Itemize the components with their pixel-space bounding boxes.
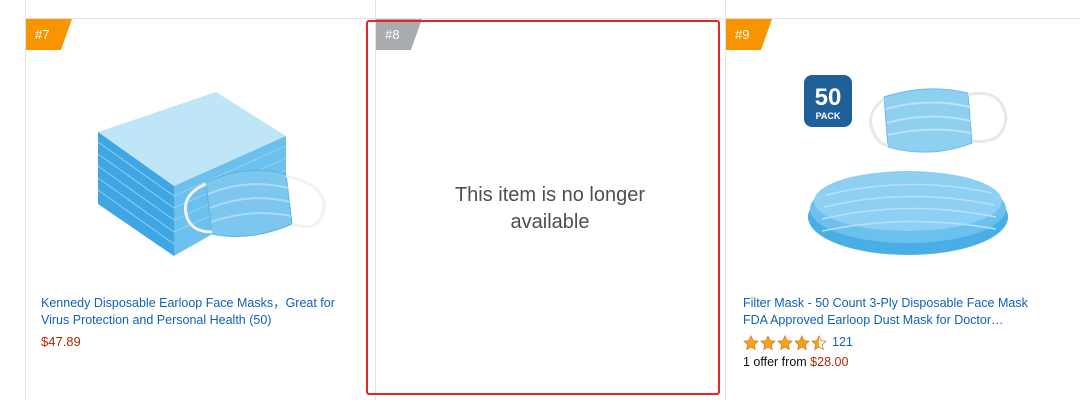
rank-badge: #7 [26,19,72,50]
product-title[interactable]: Kennedy Disposable Earloop Face Masks，Gr… [41,295,335,329]
product-title-line: Virus Protection and Personal Health (50… [41,313,272,327]
product-card-9[interactable]: #9 50 PACK Filter Mask - 50 Count 3-Ply … [726,19,1080,400]
pack-badge-text: PACK [816,111,841,121]
product-image-filter-mask[interactable]: 50 PACK [796,67,1026,282]
offer-text: 1 offer from [743,355,811,369]
product-card-7[interactable]: #7 Kennedy Disposable Earloop Face Masks… [26,19,374,400]
star-icon [794,335,810,351]
star-icon [760,335,776,351]
rank-badge: #9 [726,19,772,50]
star-icon [743,335,759,351]
highlight-box [366,20,720,395]
offer-info: 1 offer from $28.00 [743,355,848,369]
product-title-line: FDA Approved Earloop Dust Mask for Docto… [743,313,1004,327]
star-icon [777,335,793,351]
offer-price-link[interactable]: $28.00 [810,355,848,369]
product-title-line: Kennedy Disposable Earloop Face Masks，Gr… [41,296,335,310]
pack-badge-number: 50 [815,84,842,111]
product-title[interactable]: Filter Mask - 50 Count 3-Ply Disposable … [743,295,1028,329]
product-grid: #7 Kennedy Disposable Earloop Face Masks… [0,0,1080,400]
half-star-icon [811,335,827,351]
star-rating[interactable] [743,335,829,351]
product-image-face-masks[interactable] [86,74,326,274]
product-title-line: Filter Mask - 50 Count 3-Ply Disposable … [743,296,1028,310]
rating-count-link[interactable]: 121 [832,335,853,349]
product-price: $47.89 [41,334,81,349]
